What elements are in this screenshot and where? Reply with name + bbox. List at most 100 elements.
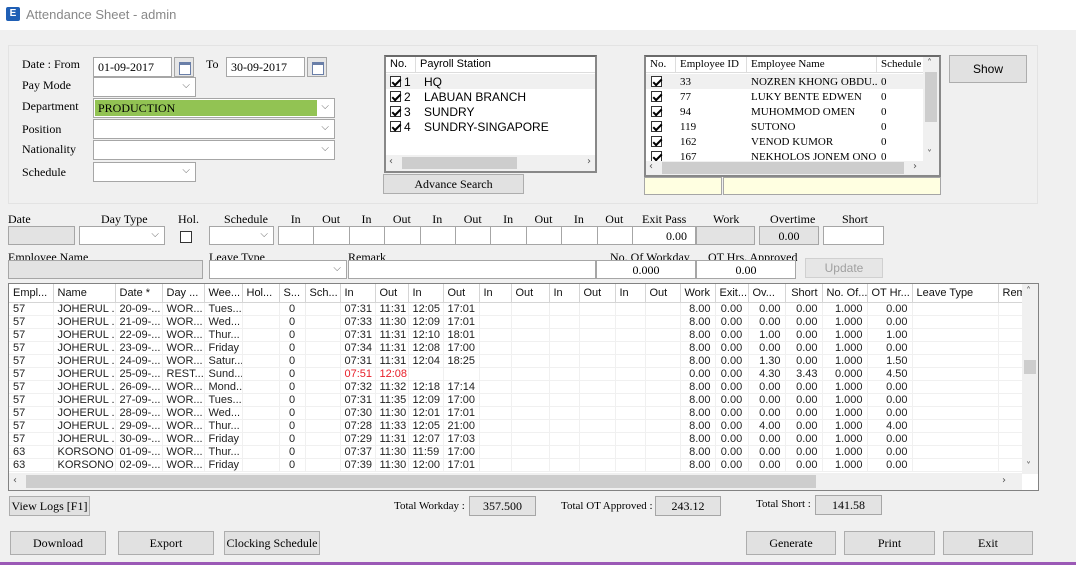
scroll-up-icon[interactable]: ˄ bbox=[927, 58, 932, 69]
grid-cell[interactable] bbox=[549, 458, 580, 472]
grid-cell[interactable]: 0.00 bbox=[748, 445, 786, 459]
grid-cell[interactable]: 0.00 bbox=[785, 380, 823, 394]
grid-cell[interactable] bbox=[645, 393, 681, 407]
grid-cell[interactable] bbox=[615, 445, 646, 459]
grid-cell[interactable]: WOR... bbox=[162, 432, 205, 446]
leave-type-select[interactable]: ⌵ bbox=[209, 260, 347, 279]
grid-cell[interactable] bbox=[549, 341, 580, 355]
grid-cell[interactable] bbox=[511, 419, 550, 433]
scroll-right-icon[interactable]: › bbox=[1002, 475, 1006, 486]
grid-cell[interactable]: 0.00 bbox=[715, 445, 749, 459]
grid-cell[interactable] bbox=[305, 367, 341, 381]
grid-cell[interactable]: 07:32 bbox=[340, 380, 376, 394]
grid-cell[interactable] bbox=[479, 328, 512, 342]
grid-cell[interactable] bbox=[511, 328, 550, 342]
date-to-calendar-icon[interactable] bbox=[307, 57, 327, 77]
grid-cell[interactable]: Tues... bbox=[204, 302, 243, 316]
grid-cell[interactable]: JOHERUL ... bbox=[53, 393, 116, 407]
grid-cell[interactable] bbox=[511, 367, 550, 381]
grid-cell[interactable]: 57 bbox=[9, 302, 54, 316]
grid-cell[interactable]: 11:31 bbox=[375, 328, 409, 342]
scroll-left-icon[interactable]: ‹ bbox=[13, 475, 17, 486]
grid-cell[interactable]: 12:08 bbox=[375, 367, 409, 381]
grid-cell[interactable]: 12:09 bbox=[408, 315, 444, 329]
employee-row[interactable]: 33 NOZREN KHONG OBDU... 0 bbox=[646, 74, 925, 89]
checkbox-checked[interactable] bbox=[651, 91, 662, 103]
export-button[interactable]: Export bbox=[118, 531, 214, 555]
grid-cell[interactable] bbox=[549, 419, 580, 433]
out-time-input-4[interactable] bbox=[525, 226, 563, 245]
grid-cell[interactable]: 11:33 bbox=[375, 419, 409, 433]
grid-cell[interactable] bbox=[579, 445, 616, 459]
grid-cell[interactable]: 0.00 bbox=[867, 406, 913, 420]
grid-cell[interactable]: JOHERUL ... bbox=[53, 302, 116, 316]
scroll-down-icon[interactable]: ˅ bbox=[1026, 461, 1031, 472]
grid-cell[interactable] bbox=[479, 432, 512, 446]
update-button[interactable]: Update bbox=[805, 258, 883, 278]
grid-cell[interactable] bbox=[615, 354, 646, 368]
column-header-payroll-station[interactable]: Payroll Station bbox=[416, 57, 595, 72]
grid-cell[interactable]: 0.000 bbox=[822, 367, 868, 381]
grid-cell[interactable] bbox=[305, 315, 341, 329]
grid-cell[interactable]: 12:04 bbox=[408, 354, 444, 368]
in-time-input-5[interactable] bbox=[561, 226, 598, 245]
grid-cell[interactable] bbox=[645, 432, 681, 446]
grid-cell[interactable] bbox=[479, 354, 512, 368]
grid-cell[interactable] bbox=[511, 432, 550, 446]
grid-cell[interactable]: 0 bbox=[279, 419, 306, 433]
grid-cell[interactable]: 0.00 bbox=[785, 406, 823, 420]
grid-cell[interactable]: 0.00 bbox=[748, 315, 786, 329]
advance-search-button[interactable]: Advance Search bbox=[383, 174, 524, 194]
checkbox-checked[interactable] bbox=[651, 151, 662, 161]
grid-cell[interactable]: 4.00 bbox=[748, 419, 786, 433]
grid-cell[interactable] bbox=[549, 445, 580, 459]
grid-cell[interactable] bbox=[579, 458, 616, 472]
grid-cell[interactable]: 0.00 bbox=[715, 354, 749, 368]
grid-column-header[interactable]: Empl... bbox=[9, 284, 54, 303]
grid-cell[interactable]: JOHERUL ... bbox=[53, 380, 116, 394]
grid-cell[interactable]: 17:01 bbox=[443, 458, 480, 472]
grid-cell[interactable] bbox=[615, 406, 646, 420]
exit-button[interactable]: Exit bbox=[943, 531, 1033, 555]
grid-cell[interactable]: 12:07 bbox=[408, 432, 444, 446]
grid-cell[interactable]: WOR... bbox=[162, 419, 205, 433]
grid-cell[interactable] bbox=[645, 445, 681, 459]
grid-cell[interactable] bbox=[242, 302, 280, 316]
grid-cell[interactable]: 07:28 bbox=[340, 419, 376, 433]
horizontal-scrollbar[interactable]: ‹ › bbox=[646, 161, 939, 175]
date-from-calendar-icon[interactable] bbox=[174, 57, 194, 77]
grid-cell[interactable]: 12:18 bbox=[408, 380, 444, 394]
download-button[interactable]: Download bbox=[10, 531, 106, 555]
column-header-schedule[interactable]: Schedule bbox=[877, 57, 925, 72]
grid-vertical-scrollbar[interactable]: ˄ ˅ bbox=[1022, 284, 1038, 474]
grid-cell[interactable]: 8.00 bbox=[680, 458, 716, 472]
grid-cell[interactable] bbox=[549, 367, 580, 381]
grid-cell[interactable] bbox=[511, 341, 550, 355]
grid-cell[interactable]: 0.00 bbox=[785, 341, 823, 355]
grid-cell[interactable]: 17:01 bbox=[443, 406, 480, 420]
grid-cell[interactable]: 1.00 bbox=[867, 328, 913, 342]
out-time-input-3[interactable] bbox=[455, 226, 492, 245]
grid-cell[interactable]: 0.00 bbox=[785, 393, 823, 407]
grid-cell[interactable] bbox=[912, 432, 999, 446]
grid-cell[interactable]: 0 bbox=[279, 302, 306, 316]
grid-cell[interactable] bbox=[615, 328, 646, 342]
grid-cell[interactable] bbox=[479, 406, 512, 420]
grid-cell[interactable] bbox=[242, 432, 280, 446]
grid-cell[interactable] bbox=[579, 302, 616, 316]
grid-cell[interactable] bbox=[511, 354, 550, 368]
remark-input[interactable] bbox=[348, 260, 596, 279]
in-time-input-4[interactable] bbox=[490, 226, 527, 245]
employee-row[interactable]: 77 LUKY BENTE EDWEN 0 bbox=[646, 89, 925, 104]
grid-cell[interactable]: 63 bbox=[9, 445, 54, 459]
grid-cell[interactable] bbox=[511, 458, 550, 472]
grid-cell[interactable]: 11:30 bbox=[375, 445, 409, 459]
grid-cell[interactable]: 1.50 bbox=[867, 354, 913, 368]
grid-cell[interactable] bbox=[242, 328, 280, 342]
grid-cell[interactable]: 17:03 bbox=[443, 432, 480, 446]
grid-cell[interactable]: 8.00 bbox=[680, 393, 716, 407]
grid-cell[interactable] bbox=[549, 406, 580, 420]
grid-cell[interactable]: Mond... bbox=[204, 380, 243, 394]
payroll-station-row[interactable]: 1 HQ bbox=[386, 74, 595, 89]
grid-cell[interactable] bbox=[615, 458, 646, 472]
